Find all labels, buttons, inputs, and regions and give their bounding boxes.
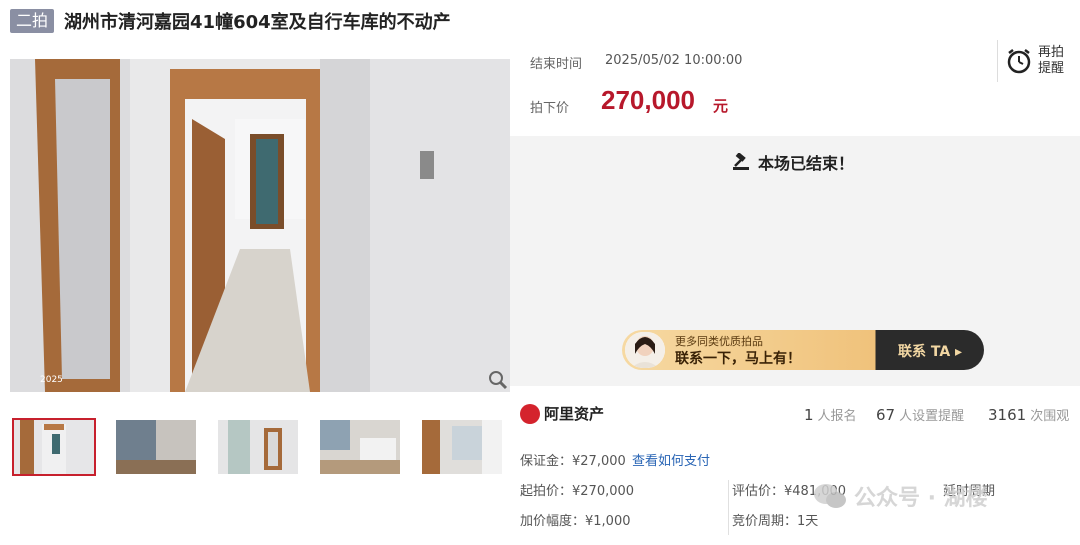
zoom-icon[interactable] <box>488 370 508 390</box>
price-unit: 元 <box>713 97 729 115</box>
ended-text: 本场已结束！ <box>758 154 855 173</box>
title-bar: 二拍 湖州市清河嘉园41幢604室及自行车库的不动产 <box>10 6 451 36</box>
reminders-stat: 67 人设置提醒 <box>876 405 964 424</box>
contact-promo-banner[interactable]: 更多同类优质拍品 联系一下，马上有！ 联系 TA ▸ <box>622 330 984 370</box>
thumb-photo-3 <box>218 420 298 474</box>
thumbnail-4[interactable] <box>318 418 402 476</box>
main-photo[interactable]: 2025 <box>10 59 510 392</box>
alarm-clock-icon <box>1007 49 1031 74</box>
agent-avatar <box>625 332 665 368</box>
ali-logo-icon <box>520 403 540 424</box>
hallway-photo: 2025 <box>10 59 510 392</box>
re-auction-reminder-button[interactable]: 再拍提醒 <box>997 40 1080 82</box>
price-value: 270,000 <box>601 85 695 115</box>
auction-details: 保证金：¥27,000 查看如何支付 起拍价：¥270,000 评估价：¥481… <box>510 440 1080 545</box>
contact-agent-button[interactable]: 联系 TA ▸ <box>898 341 962 361</box>
thumbnail-1[interactable] <box>12 418 96 476</box>
signups-label: 人报名 <box>817 409 857 424</box>
signups-value: 1 <box>804 406 814 424</box>
bidding-cycle-text: 竞价周期：1天 <box>732 514 819 529</box>
promo-subtitle: 更多同类优质拍品 <box>675 335 763 348</box>
price-label: 拍下价 <box>530 101 570 116</box>
photo-stamp: 2025 <box>40 375 63 385</box>
gavel-icon <box>733 153 749 170</box>
end-time-label: 结束时间 <box>530 57 583 72</box>
details-divider <box>728 480 729 535</box>
auction-round-badge: 二拍 <box>10 9 55 33</box>
watermark-text: 公众号 · 湖楼 <box>854 486 988 511</box>
wechat-watermark: 公众号 · 湖楼 <box>812 480 988 512</box>
thumb-photo-1 <box>14 420 94 474</box>
increment-text: 加价幅度：¥1,000 <box>520 514 631 529</box>
promo-headline: 联系一下，马上有！ <box>675 351 801 367</box>
thumb-photo-2 <box>116 420 196 474</box>
thumb-photo-4 <box>320 420 400 474</box>
reminders-value: 67 <box>876 406 896 424</box>
ali-assets-logo[interactable]: 阿里资产 <box>520 403 604 424</box>
views-value: 3161 <box>988 406 1027 424</box>
auction-status-panel: 本场已结束！ 更多同类优质拍品 联系一下，马上有！ 联系 TA ▸ <box>510 136 1080 386</box>
auction-ended-message: 本场已结束！ <box>732 150 854 174</box>
thumbnail-5[interactable] <box>420 418 504 476</box>
signups-stat: 1 人报名 <box>804 405 857 424</box>
start-price-text: 起拍价：¥270,000 <box>520 484 635 499</box>
views-stat: 3161 次围观 <box>988 405 1069 424</box>
auction-summary: 结束时间 2025/05/02 10:00:00 拍下价 270,000 元 <box>510 40 1080 136</box>
deposit-text: 保证金：¥27,000 <box>520 454 626 469</box>
wechat-icon <box>814 484 846 508</box>
thumbnail-2[interactable] <box>114 418 198 476</box>
views-label: 次围观 <box>1030 409 1070 424</box>
thumbnail-3[interactable] <box>216 418 300 476</box>
auction-page: 二拍 湖州市清河嘉园41幢604室及自行车库的不动产 2025 结束时间 202… <box>0 0 1080 545</box>
stats-bar: 阿里资产 1 人报名 67 人设置提醒 3161 次围观 <box>510 395 1080 435</box>
thumb-photo-5 <box>422 420 502 474</box>
reminders-label: 人设置提醒 <box>899 409 965 424</box>
thumbnail-strip <box>12 418 504 476</box>
page-title: 湖州市清河嘉园41幢604室及自行车库的不动产 <box>64 12 451 33</box>
ali-brand-text: 阿里资产 <box>544 405 605 423</box>
how-to-pay-link[interactable]: 查看如何支付 <box>632 450 710 469</box>
reminder-label: 再拍提醒 <box>1038 45 1065 76</box>
end-time-value: 2025/05/02 10:00:00 <box>605 53 743 68</box>
